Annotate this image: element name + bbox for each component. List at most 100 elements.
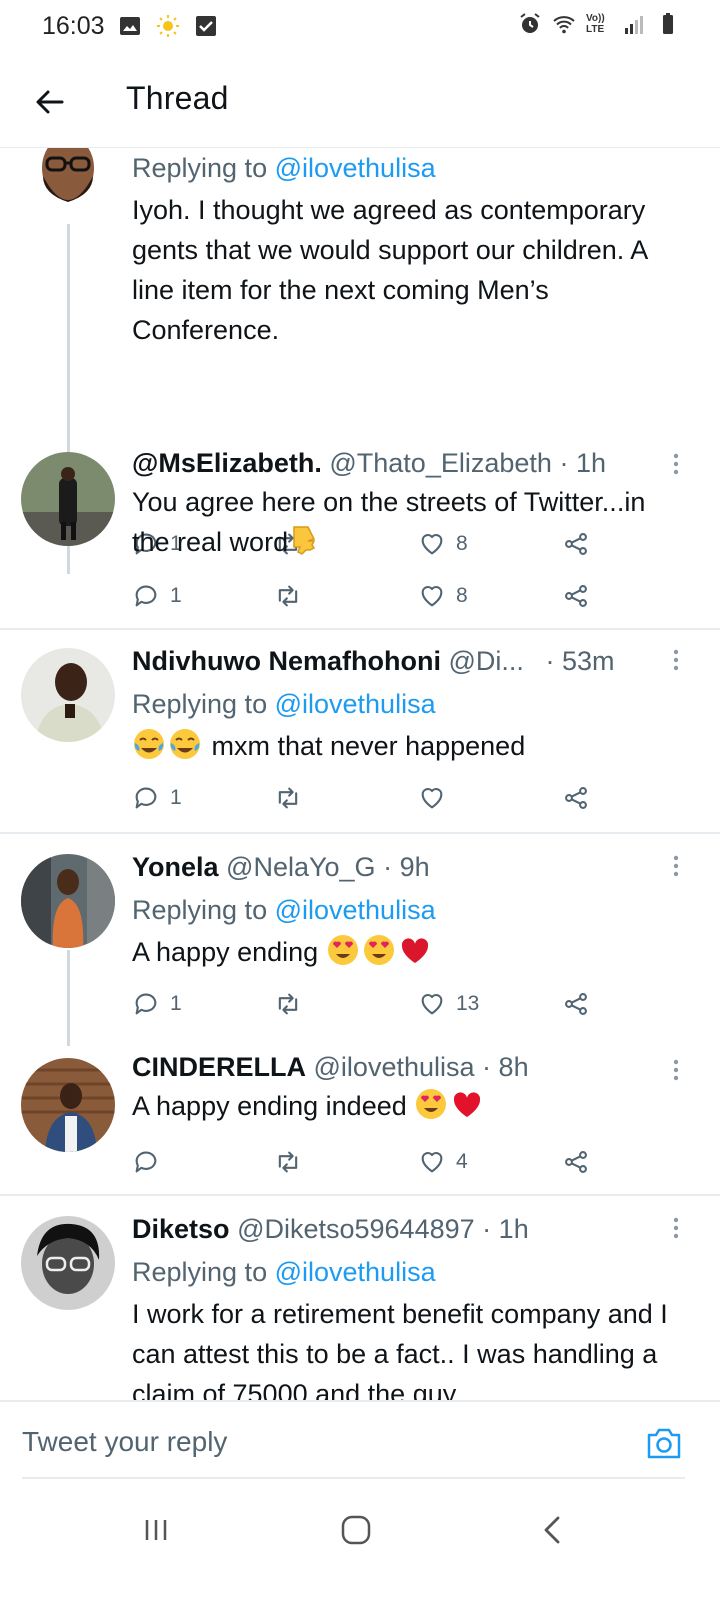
- avatar[interactable]: [21, 148, 115, 218]
- tweet-header: Ndivhuwo Nemafhohoni @Di... · 53m: [132, 644, 680, 678]
- app-header: Thread: [0, 56, 720, 148]
- more-icon[interactable]: [672, 452, 680, 476]
- reply-input-underline: [22, 1477, 685, 1479]
- like-button[interactable]: 4: [418, 1144, 468, 1180]
- camera-icon[interactable]: [646, 1426, 682, 1460]
- reply-icon: [135, 787, 157, 809]
- like-button[interactable]: [418, 780, 456, 816]
- tweet-author-name[interactable]: @MsElizabeth.: [132, 448, 322, 478]
- share-icon: [565, 585, 587, 607]
- tweet-actions: 1 8: [132, 578, 592, 614]
- thread-connector: [67, 950, 70, 1046]
- retweet-icon: [278, 787, 298, 809]
- share-icon: [565, 787, 587, 809]
- thumbs-down-emoji-icon: [293, 526, 316, 555]
- back-arrow-icon[interactable]: [30, 82, 70, 122]
- checkbox-icon: [196, 16, 216, 36]
- retweet-icon: [278, 585, 298, 607]
- thread-feed[interactable]: Replying to @ilovethulisa Iyoh. I though…: [0, 148, 720, 1400]
- tears-of-joy-emoji-icon: [134, 729, 164, 759]
- tweet-author-handle[interactable]: @Thato_Elizabeth: [329, 448, 552, 478]
- retweet-button[interactable]: [274, 986, 312, 1022]
- tweet[interactable]: Diketso @Diketso59644897 · 1h Replying t…: [0, 1196, 720, 1400]
- share-button[interactable]: [562, 780, 590, 816]
- tweet-author-handle[interactable]: @Di...: [449, 646, 524, 676]
- notification-icons: [118, 14, 218, 38]
- tweet-author-handle[interactable]: @ilovethulisa: [314, 1052, 475, 1082]
- tweet-text-content: A happy ending indeed: [132, 1091, 407, 1121]
- reply-count: 1: [170, 786, 182, 809]
- share-button[interactable]: [562, 1144, 590, 1180]
- tweet-author-name[interactable]: Ndivhuwo Nemafhohoni: [132, 646, 441, 676]
- reply-count: 1: [170, 584, 182, 607]
- avatar-image: [21, 648, 115, 742]
- reply-button[interactable]: 1: [132, 578, 182, 614]
- avatar[interactable]: [21, 854, 115, 948]
- tweet-time: 8h: [498, 1052, 529, 1082]
- like-button[interactable]: 13: [418, 986, 479, 1022]
- retweet-button[interactable]: [274, 578, 312, 614]
- dot-separator: ·: [559, 448, 569, 478]
- tweet-author-handle[interactable]: @NelaYo_G: [226, 852, 376, 882]
- tweet[interactable]: Yonela @NelaYo_G · 9h Replying to @ilove…: [0, 834, 720, 1046]
- share-icon: [565, 993, 587, 1015]
- reply-icon: [135, 585, 157, 607]
- like-icon: [421, 994, 443, 1015]
- replying-to-mention[interactable]: @ilovethulisa: [275, 895, 436, 925]
- dot-separator: ·: [482, 1052, 492, 1082]
- tweet-author-name[interactable]: CINDERELLA: [132, 1052, 306, 1082]
- reply-icon: [135, 1151, 157, 1173]
- signal-icon: [625, 16, 643, 34]
- reply-button[interactable]: [132, 1144, 170, 1180]
- more-icon[interactable]: [672, 1216, 680, 1240]
- more-icon[interactable]: [672, 854, 680, 878]
- like-button[interactable]: 8: [418, 578, 468, 614]
- replying-to-label: Replying to: [132, 1257, 275, 1287]
- tweet-author-name[interactable]: Yonela: [132, 852, 219, 882]
- more-icon[interactable]: [672, 648, 680, 672]
- retweet-icon: [278, 993, 298, 1015]
- avatar[interactable]: [21, 648, 115, 742]
- reply-input[interactable]: Tweet your reply: [22, 1426, 227, 1458]
- tweet-author-handle[interactable]: @Diketso59644897: [237, 1214, 475, 1244]
- replying-to-label: Replying to: [132, 153, 275, 183]
- nav-back-icon[interactable]: [536, 1512, 572, 1548]
- replying-to-label: Replying to: [132, 689, 275, 719]
- tweet-time: 9h: [399, 852, 430, 882]
- tweet-text: mxm that never happened: [132, 726, 680, 766]
- reply-button[interactable]: 1: [132, 780, 182, 816]
- avatar-image: [21, 854, 115, 948]
- retweet-button[interactable]: [274, 780, 312, 816]
- replying-to-mention[interactable]: @ilovethulisa: [275, 153, 436, 183]
- replying-to-label: Replying to: [132, 895, 275, 925]
- tweet-text: A happy ending: [132, 932, 680, 972]
- tears-of-joy-emoji-icon: [170, 729, 200, 759]
- recents-icon[interactable]: [138, 1512, 174, 1548]
- tweet-text-content: You agree here on the streets of Twitter…: [132, 487, 646, 557]
- share-button[interactable]: [562, 578, 590, 614]
- avatar[interactable]: [21, 1058, 115, 1152]
- retweet-button[interactable]: [274, 1144, 312, 1180]
- gallery-icon: [120, 17, 140, 35]
- tweet-author-name[interactable]: Diketso: [132, 1214, 230, 1244]
- tweet[interactable]: @MsElizabeth. @Thato_Elizabeth · 1h You …: [0, 440, 720, 630]
- avatar[interactable]: [21, 452, 115, 546]
- like-icon: [421, 586, 443, 607]
- reply-count: 1: [170, 992, 182, 1015]
- page-title: Thread: [126, 80, 229, 116]
- avatar[interactable]: [21, 1216, 115, 1310]
- tweet-time: 1h: [575, 448, 606, 478]
- tweet[interactable]: CINDERELLA @ilovethulisa · 8h A happy en…: [0, 1046, 720, 1196]
- replying-to-mention[interactable]: @ilovethulisa: [275, 1257, 436, 1287]
- share-button[interactable]: [562, 986, 590, 1022]
- reply-bar: Tweet your reply: [0, 1400, 720, 1480]
- dot-separator: ·: [545, 646, 555, 676]
- home-icon[interactable]: [338, 1512, 374, 1548]
- more-icon[interactable]: [672, 1058, 680, 1082]
- tweet[interactable]: Ndivhuwo Nemafhohoni @Di... · 53m Replyi…: [0, 630, 720, 834]
- reply-button[interactable]: 1: [132, 986, 182, 1022]
- replying-to-mention[interactable]: @ilovethulisa: [275, 689, 436, 719]
- avatar-image: [21, 1216, 115, 1310]
- avatar-image: [21, 452, 115, 546]
- avatar-image: [21, 1058, 115, 1152]
